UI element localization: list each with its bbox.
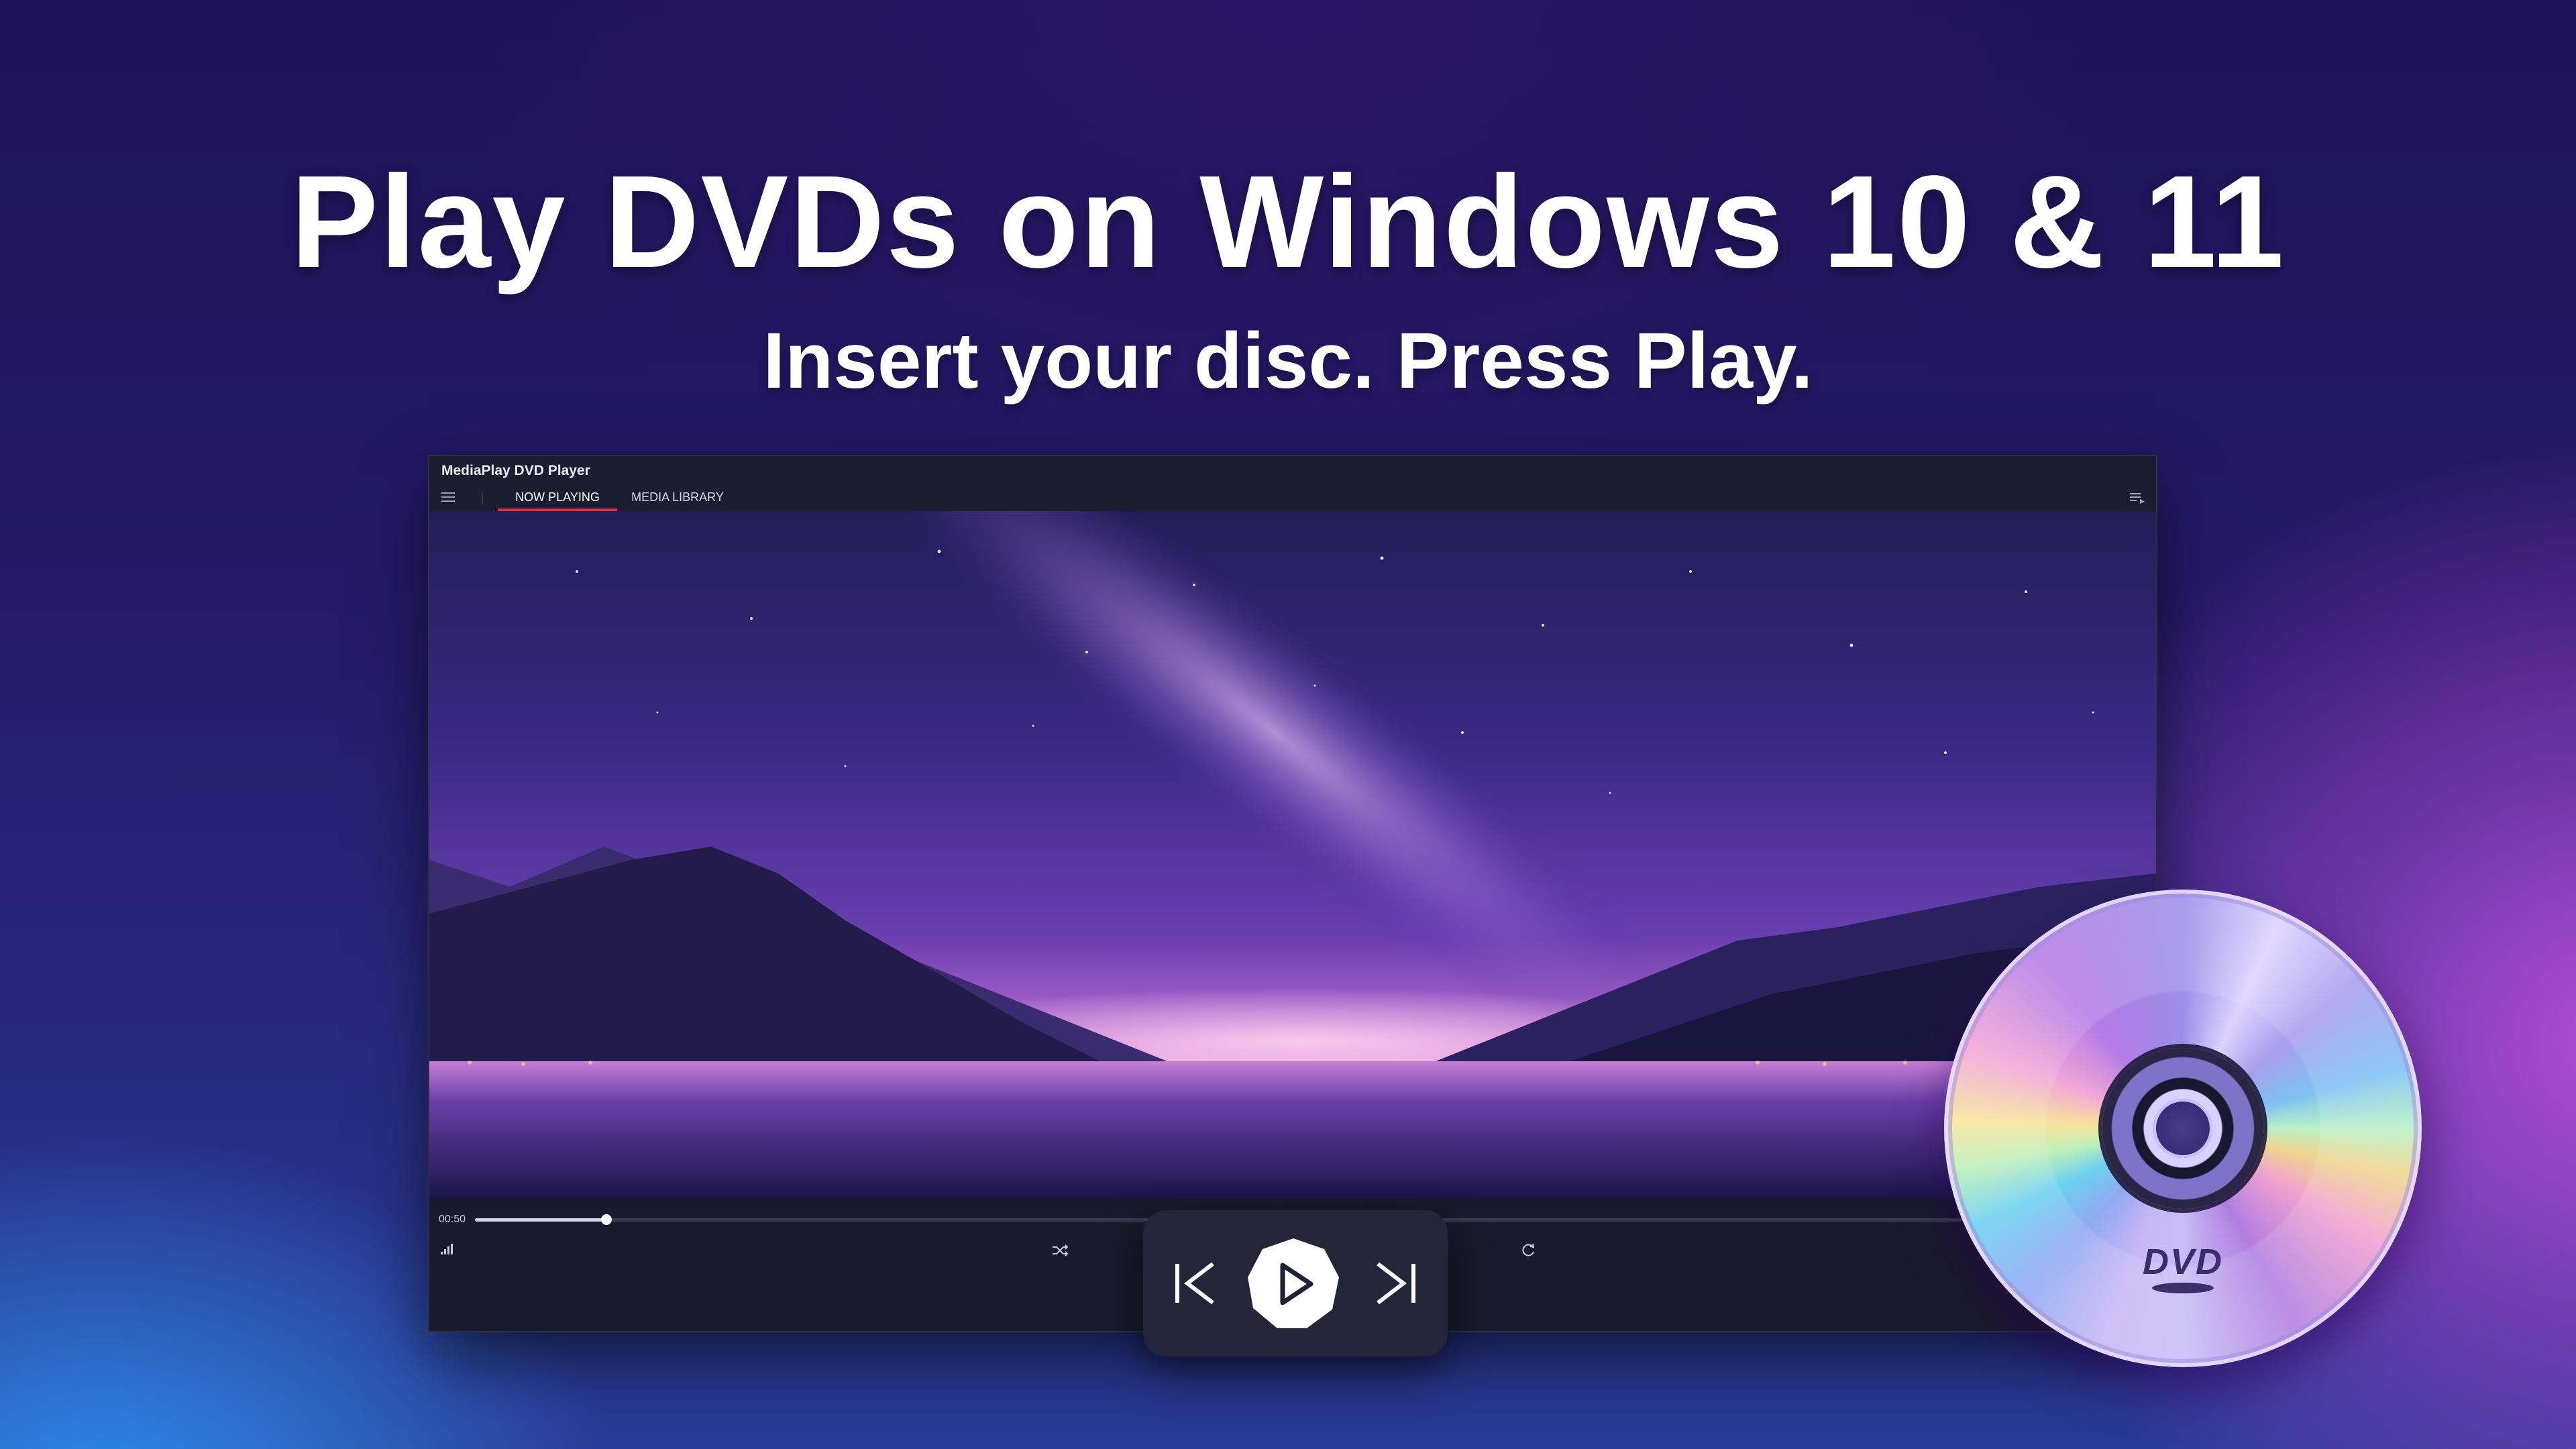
video-frame [429, 511, 2156, 1199]
shuffle-icon[interactable] [1051, 1243, 1069, 1258]
headline: Play DVDs on Windows 10 & 11 [290, 148, 2286, 295]
play-button[interactable] [1245, 1236, 1342, 1332]
volume-icon[interactable] [439, 1242, 456, 1256]
player-window: MediaPlay DVD Player NOW PLAYING MEDIA L… [428, 455, 2157, 1332]
seek-thumb[interactable] [601, 1214, 612, 1225]
transport-controls [1143, 1210, 1448, 1356]
hamburger-menu-icon[interactable] [440, 490, 458, 504]
title-bar: MediaPlay DVD Player NOW PLAYING MEDIA L… [429, 456, 2156, 511]
disc-center-hole [2153, 1099, 2212, 1158]
tab-bar: NOW PLAYING MEDIA LIBRARY [429, 484, 2156, 511]
playlist-icon[interactable] [2128, 490, 2147, 506]
subheadline: Insert your disc. Press Play. [763, 317, 1813, 405]
skip-previous-icon[interactable] [1171, 1258, 1220, 1308]
repeat-icon[interactable] [1519, 1240, 1538, 1259]
time-elapsed: 00:50 [439, 1214, 466, 1225]
skip-next-icon[interactable] [1371, 1258, 1419, 1308]
tab-now-playing[interactable]: NOW PLAYING [498, 484, 617, 511]
app-title: MediaPlay DVD Player [441, 463, 590, 478]
dvd-logo-swoosh [2152, 1283, 2214, 1293]
dvd-logo: DVD [2142, 1242, 2223, 1282]
tab-media-library[interactable]: MEDIA LIBRARY [624, 484, 731, 511]
seek-progress [475, 1218, 606, 1222]
tab-separator [482, 492, 483, 504]
video-area[interactable] [429, 511, 2156, 1199]
dvd-disc: DVD [1944, 890, 2422, 1367]
